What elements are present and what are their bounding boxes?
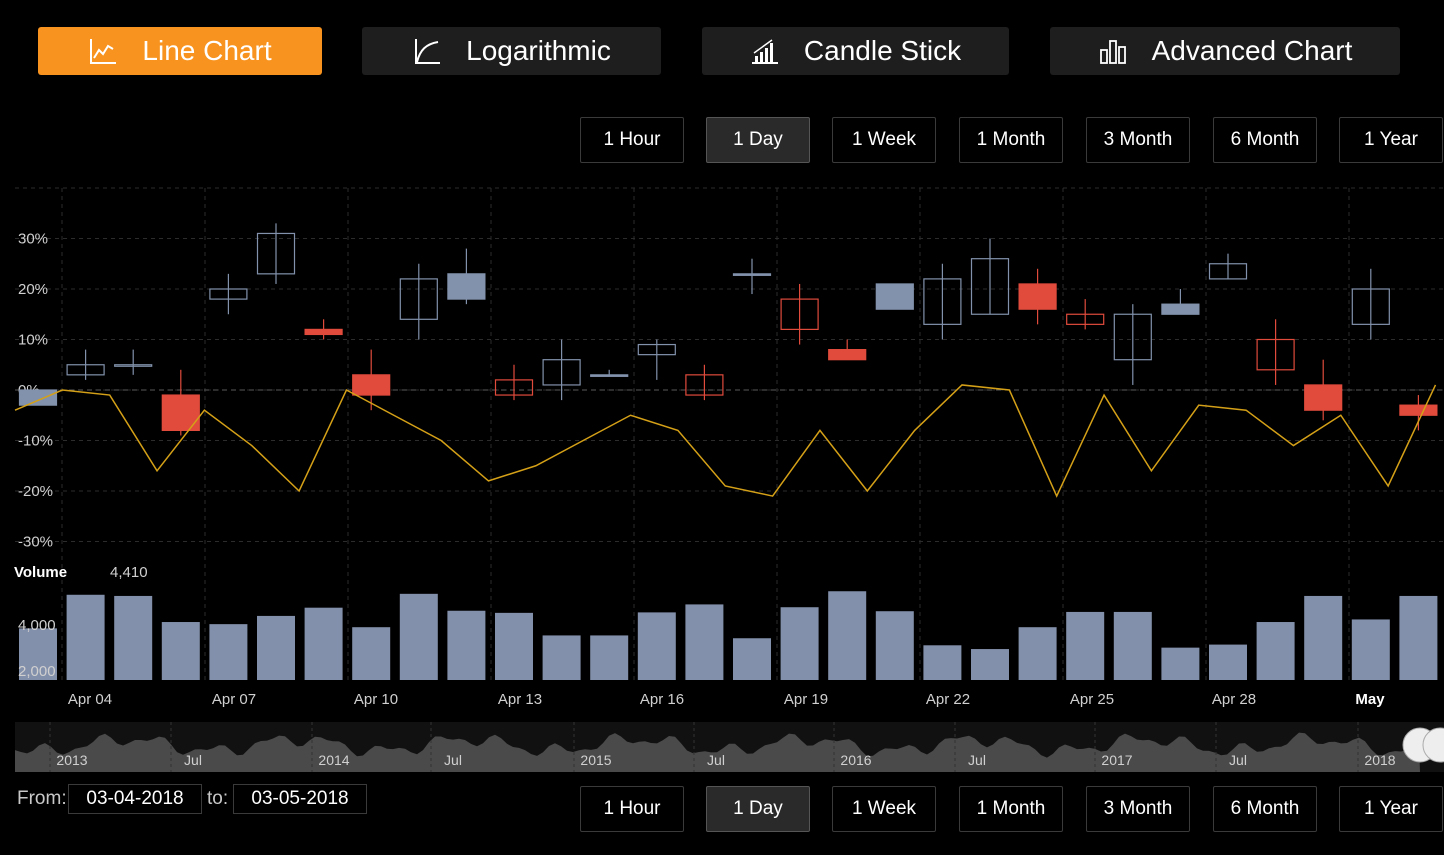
volume-bar (114, 595, 153, 680)
volume-tick-label: 2,000 (18, 663, 56, 680)
volume-bar (1399, 595, 1438, 680)
volume-bar (1018, 627, 1057, 680)
volume-bar (733, 638, 771, 680)
range-1-day-bottom[interactable]: 1 Day (706, 786, 810, 832)
navigator-tick-label: Jul (968, 752, 986, 768)
range-1-hour-bottom[interactable]: 1 Hour (580, 786, 684, 832)
volume-bar (828, 591, 867, 680)
candle-body (1399, 404, 1438, 416)
volume-bar (923, 645, 962, 680)
volume-bar (637, 612, 676, 680)
volume-bar (971, 649, 1009, 680)
to-label: to: (207, 788, 229, 809)
line-series (14, 384, 1437, 498)
candle-body (875, 283, 914, 310)
navigator-tick-label: 2013 (56, 752, 87, 768)
candle-body (1161, 303, 1200, 315)
y-tick-label: -30% (18, 534, 53, 551)
volume-bar (66, 594, 105, 680)
navigator-tick-label: 2015 (580, 752, 611, 768)
volume-label: Volume (14, 564, 67, 581)
navigator-tick-label: Jul (444, 752, 462, 768)
x-tick-label: May (1355, 691, 1385, 708)
navigator-tick-label: Jul (1229, 752, 1247, 768)
volume-bar (542, 635, 581, 680)
range-3-month-bottom[interactable]: 3 Month (1086, 786, 1190, 832)
volume-bar (780, 607, 819, 680)
stock-chart[interactable]: 30%20%10%0%-10%-20%-30%Volume4,4104,0002… (0, 0, 1444, 780)
volume-tick-label: 4,000 (18, 617, 56, 634)
x-tick-label: Apr 19 (784, 691, 828, 708)
candle-body (304, 328, 343, 336)
range-1-week-bottom[interactable]: 1 Week (832, 786, 936, 832)
candle-body (732, 273, 772, 276)
to-date-field[interactable] (233, 784, 367, 814)
navigator-tick-label: 2017 (1101, 752, 1132, 768)
candle-body (352, 374, 391, 396)
volume-bar (161, 622, 200, 680)
from-label: From: (17, 788, 67, 809)
volume-current-value: 4,410 (110, 564, 148, 581)
volume-bar (352, 627, 391, 680)
volume-bar (1304, 595, 1343, 680)
y-tick-label: 30% (18, 231, 48, 248)
y-tick-label: -20% (18, 483, 53, 500)
volume-bar (590, 635, 629, 680)
y-tick-label: 10% (18, 332, 48, 349)
candle-body (18, 389, 58, 406)
volume-bar (685, 604, 724, 680)
volume-bar (1209, 644, 1247, 680)
volume-bar (1113, 611, 1152, 680)
x-tick-label: Apr 10 (354, 691, 398, 708)
range-1-month-bottom[interactable]: 1 Month (959, 786, 1063, 832)
navigator-tick-label: Jul (184, 752, 202, 768)
volume-bar (257, 615, 295, 680)
candle-body (590, 374, 629, 377)
x-tick-label: Apr 16 (640, 691, 684, 708)
x-tick-label: Apr 04 (68, 691, 112, 708)
volume-bar (399, 593, 438, 680)
x-tick-label: Apr 13 (498, 691, 542, 708)
candle-body (161, 394, 200, 431)
navigator-tick-label: 2014 (318, 752, 349, 768)
volume-bar (209, 624, 248, 680)
candle-body (828, 349, 867, 361)
range-1-year-bottom[interactable]: 1 Year (1339, 786, 1443, 832)
volume-bar (447, 610, 486, 680)
volume-bar (495, 612, 533, 680)
y-tick-label: 20% (18, 281, 48, 298)
y-tick-label: -10% (18, 433, 53, 450)
x-tick-label: Apr 07 (212, 691, 256, 708)
navigator-tick-label: Jul (707, 752, 725, 768)
volume-bar (1351, 619, 1390, 680)
volume-bar (1161, 647, 1200, 680)
from-date-field[interactable] (68, 784, 202, 814)
volume-bar (875, 611, 914, 680)
volume-bar (1256, 622, 1295, 680)
navigator-tick-label: 2016 (840, 752, 871, 768)
volume-bar (1066, 611, 1105, 680)
volume-bar (304, 607, 343, 680)
x-tick-label: Apr 22 (926, 691, 970, 708)
navigator-tick-label: 2018 (1364, 752, 1395, 768)
candle-body (447, 273, 486, 300)
candle-body (1304, 384, 1343, 411)
x-tick-label: Apr 25 (1070, 691, 1114, 708)
x-tick-label: Apr 28 (1212, 691, 1256, 708)
range-6-month-bottom[interactable]: 6 Month (1213, 786, 1317, 832)
candle-body (1018, 283, 1057, 310)
